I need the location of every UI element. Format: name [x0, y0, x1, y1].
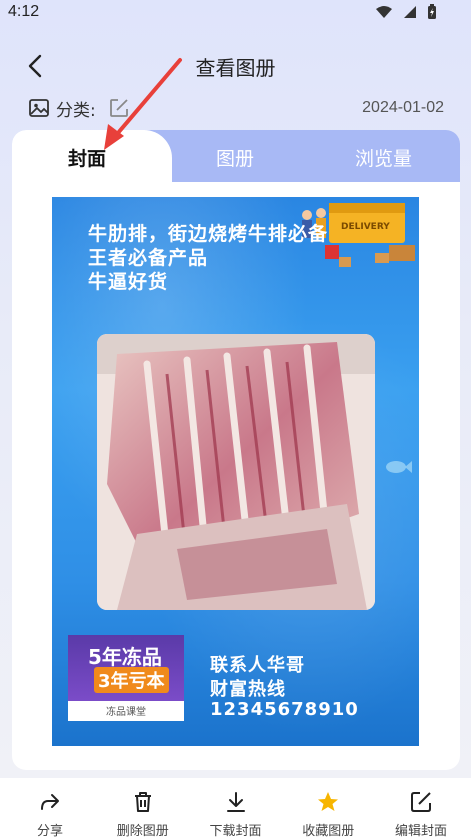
album-date: 2024-01-02 — [362, 99, 444, 116]
contact-name: 联系人华哥 — [210, 655, 305, 676]
edit-cover-button[interactable]: 编辑封面 — [375, 778, 467, 840]
delete-album-button[interactable]: 删除图册 — [97, 778, 189, 840]
badge-line-2: 3年亏本 — [94, 667, 169, 693]
nav-bar: 查看图册 — [0, 44, 471, 88]
download-cover-button[interactable]: 下载封面 — [190, 778, 282, 840]
tab-views[interactable]: 浏览量 — [355, 144, 412, 171]
signal-icon — [404, 6, 416, 18]
meta-row: 分类: 2024-01-02 — [28, 94, 444, 122]
favorite-album-button[interactable]: 收藏图册 — [282, 778, 374, 840]
page-title: 查看图册 — [195, 56, 276, 80]
trash-icon — [134, 792, 151, 812]
category-label: 分类: — [56, 100, 96, 121]
favorite-album-label: 收藏图册 — [302, 824, 355, 839]
tab-album[interactable]: 图册 — [216, 144, 254, 171]
battery-icon — [428, 4, 436, 19]
poster-headline-3: 牛逼好货 — [88, 271, 169, 293]
status-bar: 4:12 — [0, 0, 471, 24]
tab-bar: 封面 图册 浏览量 — [12, 130, 460, 182]
badge-footer: 冻品课堂 — [106, 707, 146, 718]
truck-text: DELIVERY — [341, 222, 390, 232]
poster-headline-1: 牛肋排，街边烧烤牛排必备 — [88, 223, 329, 245]
contact-hotline-label: 财富热线 — [210, 679, 286, 700]
share-label: 分享 — [36, 824, 63, 839]
album-card: 封面 图册 浏览量 DELIVERY 牛肋排，街边烧烤牛排必备 王者必备产品 牛… — [12, 130, 460, 770]
status-icons — [375, 4, 463, 20]
tab-cover[interactable]: 封面 — [68, 144, 106, 171]
download-icon — [226, 792, 245, 812]
status-time: 4:12 — [8, 3, 40, 20]
badge-line-1: 5年冻品 — [88, 645, 162, 669]
bottom-action-bar: 分享 删除图册 下载封面 收藏图册 编辑封面 — [0, 778, 471, 840]
image-icon — [29, 99, 49, 117]
share-button[interactable]: 分享 — [4, 778, 96, 840]
download-cover-label: 下载封面 — [209, 824, 262, 839]
contact-phone: 12345678910 — [210, 699, 359, 720]
share-icon — [41, 794, 59, 810]
fish-decoration-icon — [386, 461, 412, 473]
star-icon — [318, 792, 339, 811]
delete-album-label: 删除图册 — [116, 824, 169, 839]
edit-category-icon[interactable] — [108, 97, 130, 119]
edit-icon — [411, 792, 431, 812]
cover-poster[interactable]: DELIVERY 牛肋排，街边烧烤牛排必备 王者必备产品 牛逼好货 5年冻品 3… — [52, 197, 419, 746]
promo-badge: 5年冻品 3年亏本 冻品课堂 — [68, 635, 184, 721]
poster-headline-2: 王者必备产品 — [88, 247, 209, 269]
wifi-icon — [376, 6, 392, 18]
promo-badge-top: 5年冻品 3年亏本 — [68, 635, 184, 701]
edit-cover-label: 编辑封面 — [394, 824, 447, 839]
beef-rib-photo — [97, 334, 375, 610]
